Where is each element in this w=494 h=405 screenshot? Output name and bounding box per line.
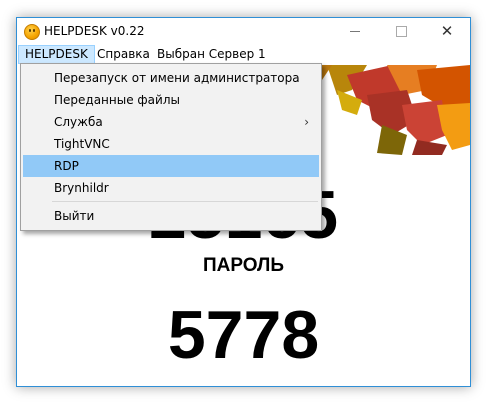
menu-item-label: RDP (54, 159, 79, 173)
menu-helpdesk[interactable]: HELPDESK (18, 45, 95, 64)
menu-item-label: Служба (54, 115, 103, 129)
maximize-button[interactable] (378, 18, 424, 45)
menu-item-label: Brynhildr (54, 181, 109, 195)
menu-item-transferred-files[interactable]: Переданные файлы (23, 89, 319, 111)
helpdesk-dropdown-menu: Перезапуск от имени администратора Перед… (20, 63, 322, 231)
menu-item-tightvnc[interactable]: TightVNC (23, 133, 319, 155)
chevron-right-icon: › (304, 115, 309, 129)
close-icon: ✕ (440, 22, 454, 40)
password-label: ПАРОЛЬ (202, 255, 285, 276)
minimize-button[interactable] (332, 18, 378, 45)
minimize-icon (350, 31, 360, 32)
autumn-leaves-image (307, 65, 470, 155)
menu-item-label: Переданные файлы (54, 93, 180, 107)
password-value: 5778 (167, 297, 320, 373)
menu-help[interactable]: Справка (91, 45, 156, 64)
close-button[interactable]: ✕ (424, 18, 470, 45)
title-bar[interactable]: HELPDESK v0.22 ✕ (17, 18, 470, 45)
menu-item-service[interactable]: Служба › (23, 111, 319, 133)
menu-item-label: Перезапуск от имени администратора (54, 71, 300, 85)
menu-bar: HELPDESK Справка Выбран Сервер 1 (17, 45, 470, 64)
menu-item-rdp[interactable]: RDP (23, 155, 319, 177)
window-title: HELPDESK v0.22 (44, 24, 145, 38)
smiley-app-icon (24, 24, 40, 40)
menu-item-restart-admin[interactable]: Перезапуск от имени администратора (23, 67, 319, 89)
menu-item-exit[interactable]: Выйти (23, 205, 319, 227)
menu-separator (52, 201, 318, 202)
menu-item-label: Выйти (54, 209, 95, 223)
menu-selected-server[interactable]: Выбран Сервер 1 (151, 45, 272, 64)
menu-item-brynhildr[interactable]: Brynhildr (23, 177, 319, 199)
menu-item-label: TightVNC (54, 137, 110, 151)
maximize-icon (395, 26, 407, 37)
